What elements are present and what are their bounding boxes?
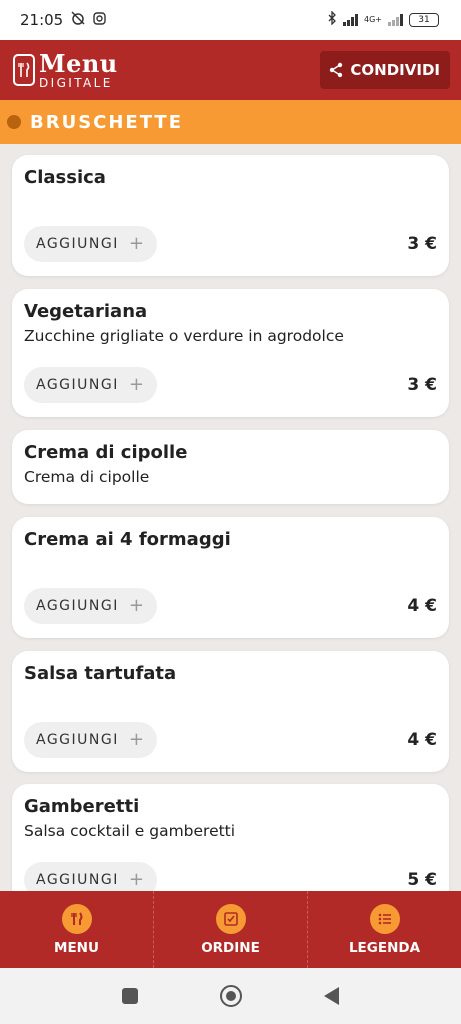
cutlery-icon [61, 903, 92, 934]
item-description: Salsa cocktail e gamberetti [24, 822, 236, 840]
item-description: Crema di cipolle [24, 468, 150, 486]
signal-icon [343, 14, 358, 26]
status-time: 21:05 [20, 11, 64, 29]
nav-menu[interactable]: MENU [0, 891, 154, 968]
item-price: 5 € [407, 870, 437, 890]
phone-cutlery-icon [13, 54, 35, 86]
share-label: CONDIVIDI [350, 61, 440, 79]
category-dot-icon [7, 115, 21, 129]
plus-icon: + [128, 595, 146, 616]
nav-order[interactable]: ORDINE [154, 891, 308, 968]
add-to-order-button[interactable]: AGGIUNGI + [24, 226, 158, 262]
alarm-off-icon [71, 11, 85, 29]
menu-item-card[interactable]: Crema ai 4 formaggi AGGIUNGI + 4 € [12, 517, 449, 638]
logo-subtitle: DIGITALE [39, 75, 113, 90]
plus-icon: + [128, 869, 146, 890]
menu-item-card[interactable]: Crema di cipolle Crema di cipolle [12, 430, 449, 504]
nav-order-label: ORDINE [201, 939, 260, 956]
plus-icon: + [128, 233, 146, 254]
menu-item-card[interactable]: Vegetariana Zucchine grigliate o verdure… [12, 289, 449, 417]
menu-item-card[interactable]: Salsa tartufata AGGIUNGI + 4 € [12, 651, 449, 772]
app-header: Menu DIGITALE CONDIVIDI [0, 40, 461, 100]
add-to-order-button[interactable]: AGGIUNGI + [24, 722, 158, 758]
add-to-order-button[interactable]: AGGIUNGI + [24, 588, 158, 624]
back-icon[interactable] [324, 987, 339, 1005]
nav-legend-label: LEGENDA [348, 939, 421, 956]
item-price: 4 € [407, 730, 437, 750]
nav-legend[interactable]: LEGENDA [308, 891, 461, 968]
item-description: Zucchine grigliate o verdure in agrodolc… [24, 327, 344, 345]
add-label: AGGIUNGI [36, 732, 119, 748]
recent-apps-icon[interactable] [122, 988, 138, 1004]
instagram-icon [93, 11, 106, 29]
add-label: AGGIUNGI [36, 598, 119, 614]
item-price: 3 € [407, 375, 437, 395]
bottom-navigation: MENU ORDINE LEGENDA [0, 891, 461, 968]
logo-title: Menu [39, 48, 118, 78]
item-name: Crema di cipolle [24, 442, 188, 463]
system-navigation-bar [0, 968, 461, 1024]
item-name: Salsa tartufata [24, 663, 177, 684]
share-button[interactable]: CONDIVIDI [320, 51, 450, 89]
category-title: BRUSCHETTE [30, 111, 183, 133]
share-icon [328, 62, 344, 78]
add-to-order-button[interactable]: AGGIUNGI + [24, 367, 158, 403]
battery-icon: 31 [409, 13, 439, 27]
item-name: Classica [24, 167, 106, 188]
plus-icon: + [128, 374, 146, 395]
item-price: 4 € [407, 596, 437, 616]
order-list-icon [215, 903, 246, 934]
nav-menu-label: MENU [54, 939, 99, 956]
add-label: AGGIUNGI [36, 236, 119, 252]
add-label: AGGIUNGI [36, 377, 119, 393]
item-price: 3 € [407, 234, 437, 254]
signal-icon-2 [388, 14, 403, 26]
legend-list-icon [369, 903, 400, 934]
item-name: Crema ai 4 formaggi [24, 529, 231, 550]
add-label: AGGIUNGI [36, 872, 119, 888]
plus-icon: + [128, 729, 146, 750]
battery-level: 31 [418, 15, 430, 25]
category-header[interactable]: BRUSCHETTE [0, 100, 461, 144]
item-name: Vegetariana [24, 301, 148, 322]
bluetooth-icon [327, 10, 337, 29]
status-bar: 21:05 4G+ 31 [0, 0, 461, 40]
menu-item-card[interactable]: Classica AGGIUNGI + 3 € [12, 155, 449, 276]
app-logo[interactable]: Menu DIGITALE [13, 48, 118, 90]
network-type: 4G+ [364, 15, 382, 24]
home-icon[interactable] [220, 985, 242, 1007]
item-name: Gamberetti [24, 796, 140, 817]
